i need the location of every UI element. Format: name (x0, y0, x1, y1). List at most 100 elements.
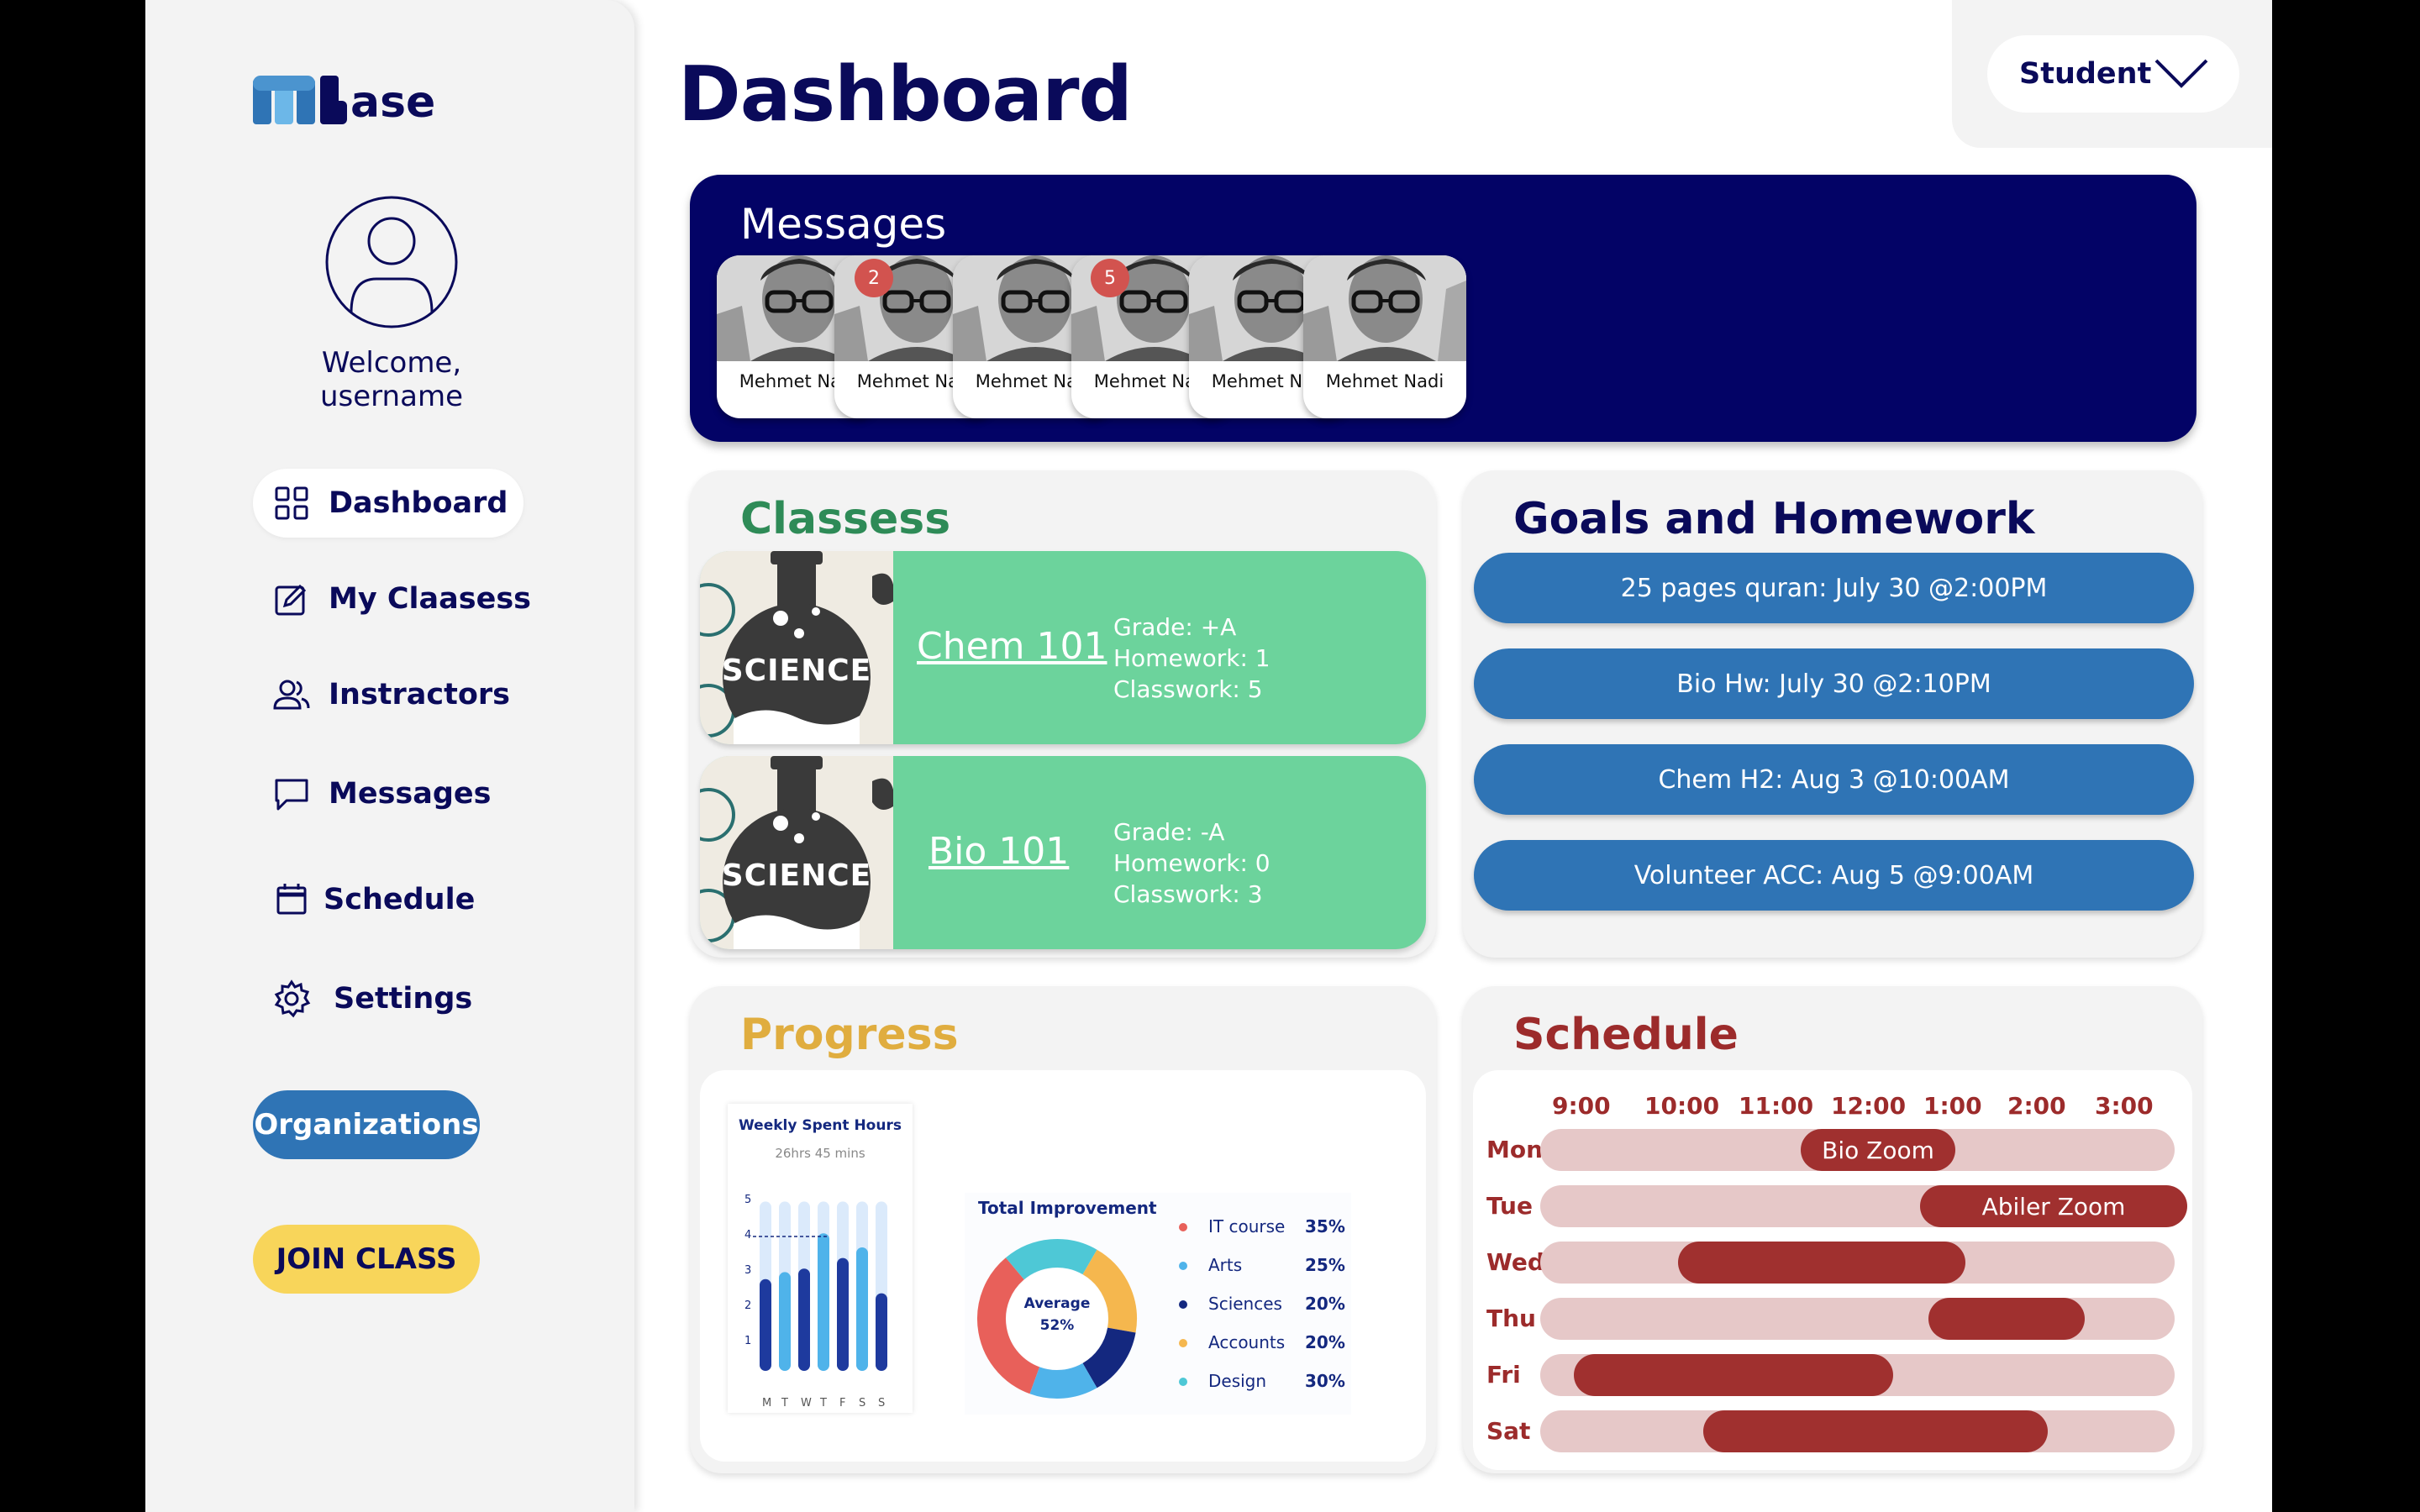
class-name-link[interactable]: Bio 101 (929, 830, 1069, 873)
legend-value: 30% (1305, 1371, 1345, 1391)
nav-instructors-label: Instractors (329, 678, 510, 711)
user-avatar-icon[interactable] (324, 195, 459, 329)
class-thumbnail: SCIENCE (700, 756, 893, 949)
legend-dot (1179, 1262, 1187, 1270)
legend-label: Sciences (1208, 1294, 1282, 1314)
legend-label: Arts (1208, 1255, 1243, 1275)
y-tick-label: 3 (744, 1264, 751, 1277)
role-area: Student (1952, 0, 2272, 148)
nav-dashboard[interactable]: Dashboard (253, 469, 523, 538)
class-name-link[interactable]: Chem 101 (917, 625, 1107, 668)
time-label: 12:00 (1831, 1092, 1907, 1120)
schedule-panel: Schedule 9:00 10:00 11:00 12:00 1:00 2:00 3:00… (1463, 986, 2202, 1473)
join-class-button[interactable]: JOIN CLASS (253, 1225, 480, 1294)
goal-item[interactable]: Volunteer ACC: Aug 5 @9:00AM (1474, 840, 2194, 911)
unread-count-badge: 2 (855, 259, 893, 297)
contact-photo (1303, 255, 1466, 361)
schedule-event[interactable] (1928, 1298, 2085, 1340)
schedule-event[interactable]: Abiler Zoom (1920, 1185, 2187, 1227)
time-label: 11:00 (1739, 1092, 1814, 1120)
schedule-grid: 9:00 10:00 11:00 12:00 1:00 2:00 3:00 Mon Bio Zo… (1473, 1070, 2192, 1470)
total-improvement-card: Total Improvement Average 52% IT course 3… (965, 1193, 1351, 1415)
weekly-bar (779, 1272, 791, 1371)
app-window: ase Welcome, username Dashboard My Claas… (145, 0, 2272, 1512)
calendar-icon (276, 884, 307, 915)
page-title: Dashboard (678, 50, 1133, 139)
gear-icon (274, 979, 311, 1018)
total-improvement-title: Total Improvement (978, 1198, 1157, 1218)
day-track (1540, 1298, 2175, 1340)
nav-my-classes[interactable]: My Claasess (253, 564, 531, 633)
logo-mark-icon (253, 76, 347, 124)
class-classwork: Classwork: 5 (1113, 675, 1263, 703)
legend-value: 20% (1305, 1332, 1345, 1352)
schedule-event[interactable] (1574, 1354, 1893, 1396)
legend-value: 25% (1305, 1255, 1345, 1275)
class-homework: Homework: 1 (1113, 644, 1270, 672)
weekly-hours-subtitle: 26hrs 45 mins (775, 1146, 865, 1161)
progress-panel: Progress Weekly Spent Hours 26hrs 45 min… (690, 986, 1436, 1473)
day-label: Sat (1486, 1417, 1531, 1445)
legend-dot (1179, 1223, 1187, 1231)
time-label: 10:00 (1644, 1092, 1720, 1120)
unread-count-badge: 5 (1091, 259, 1129, 297)
app-logo[interactable]: ase (253, 66, 435, 124)
nav-messages[interactable]: Messages (253, 759, 491, 828)
donut-segment (1005, 1239, 1097, 1280)
messages-title: Messages (740, 200, 947, 249)
schedule-event[interactable] (1703, 1410, 2048, 1452)
x-tick-label: T (819, 1397, 827, 1410)
role-select-value: Student (2019, 57, 2152, 91)
thumbnail-text: SCIENCE (721, 858, 872, 893)
role-select[interactable]: Student (1987, 35, 2239, 113)
class-card[interactable]: SCIENCE Chem 101 Grade: +A Homework: 1 Class… (700, 551, 1426, 744)
nav-schedule[interactable]: Schedule (253, 865, 475, 934)
class-thumbnail: SCIENCE (700, 551, 893, 744)
y-tick-label: 1 (744, 1335, 751, 1347)
edit-square-icon (275, 584, 307, 616)
grid-icon (275, 486, 308, 520)
y-tick-label: 5 (744, 1194, 751, 1206)
goals-title: Goals and Homework (1513, 494, 2035, 544)
day-track: Abiler Zoom (1540, 1185, 2187, 1227)
class-homework: Homework: 0 (1113, 849, 1270, 877)
legend-dot (1179, 1378, 1187, 1386)
schedule-event[interactable] (1678, 1242, 1965, 1284)
class-grade: Grade: +A (1113, 613, 1237, 641)
goal-item[interactable]: 25 pages quran: July 30 @2:00PM (1474, 553, 2194, 623)
legend-value: 20% (1305, 1294, 1345, 1314)
class-card[interactable]: SCIENCE Bio 101 Grade: -A Homework: 0 Classw… (700, 756, 1426, 949)
nav-instructors[interactable]: Instractors (253, 660, 510, 729)
x-tick-label: S (878, 1397, 885, 1410)
nav-dashboard-label: Dashboard (329, 486, 508, 520)
welcome-text: Welcome, username (320, 346, 463, 413)
goal-item[interactable]: Chem H2: Aug 3 @10:00AM (1474, 744, 2194, 815)
nav-schedule-label: Schedule (324, 883, 476, 916)
class-grade: Grade: -A (1113, 818, 1225, 846)
weekly-bar (837, 1257, 849, 1371)
person-photo-icon (1303, 255, 1466, 361)
sidebar: ase Welcome, username Dashboard My Claas… (145, 0, 634, 1512)
nav-settings-label: Settings (334, 982, 473, 1016)
day-track (1540, 1410, 2175, 1452)
legend-label: IT course (1208, 1216, 1286, 1236)
legend-value: 35% (1305, 1216, 1345, 1236)
legend-dot (1179, 1339, 1187, 1347)
nav-settings[interactable]: Settings (253, 964, 472, 1033)
message-contact-card[interactable]: Mehmet Nadi (1303, 255, 1466, 418)
classes-panel: Classess SCIENCE Chem 101 Grade: +A Homewor… (690, 470, 1436, 958)
organizations-button[interactable]: Organizations (253, 1090, 480, 1159)
classes-title: Classess (740, 494, 951, 544)
thumbnail-text: SCIENCE (721, 654, 872, 688)
goal-item[interactable]: Bio Hw: July 30 @2:10PM (1474, 648, 2194, 719)
chat-icon (275, 779, 308, 811)
weekly-hours-card: Weekly Spent Hours 26hrs 45 mins 54321MT… (728, 1104, 913, 1413)
time-label: 3:00 (2095, 1092, 2154, 1120)
users-icon (273, 680, 310, 710)
day-label: Fri (1486, 1361, 1521, 1389)
y-tick-label: 2 (744, 1299, 751, 1312)
schedule-event[interactable]: Bio Zoom (1801, 1129, 1955, 1171)
day-track (1540, 1242, 2175, 1284)
schedule-title: Schedule (1513, 1010, 1739, 1060)
legend-label: Design (1208, 1371, 1267, 1391)
